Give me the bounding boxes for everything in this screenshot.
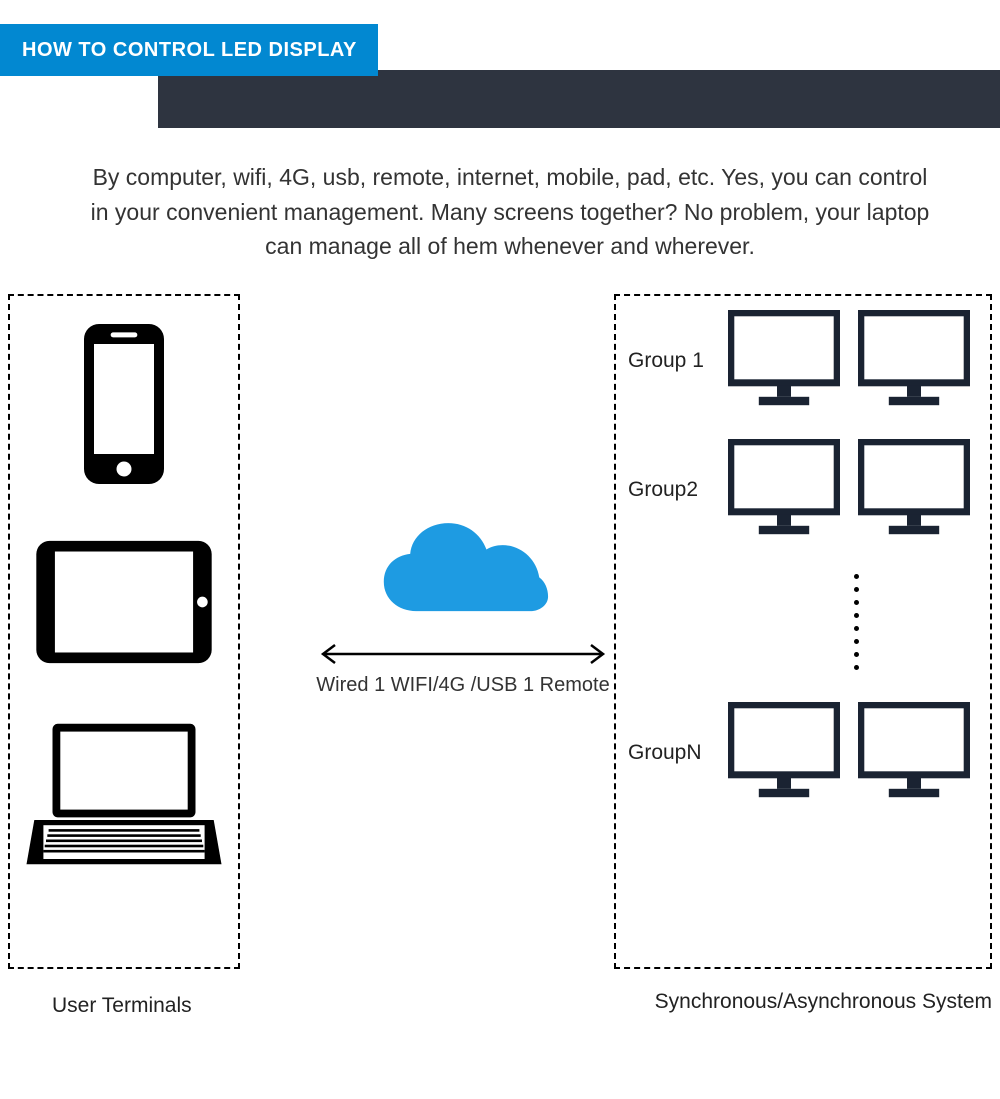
- tablet-icon: [31, 535, 217, 674]
- ellipsis-dots: [628, 574, 978, 670]
- header-banner: HOW TO CONTROL LED DISPLAY: [0, 24, 378, 76]
- monitor-icon: [728, 310, 840, 413]
- group-label: GroupN: [628, 741, 716, 765]
- group-label: Group2: [628, 478, 716, 502]
- laptop-icon: [26, 716, 222, 877]
- user-terminals-box: [8, 294, 240, 969]
- monitor-icon: [728, 439, 840, 542]
- user-terminals-caption: User Terminals: [52, 994, 192, 1018]
- group-row: Group2: [628, 439, 978, 542]
- group-row: Group 1: [628, 310, 978, 413]
- bidirectional-arrow-icon: [312, 642, 614, 666]
- group-row: GroupN: [628, 702, 978, 805]
- header-dark-bar: [158, 70, 1000, 128]
- diagram: Group 1 Group2: [0, 294, 1000, 1034]
- connection-label: Wired 1 WIFI/4G /USB 1 Remote: [312, 674, 614, 697]
- group-label: Group 1: [628, 349, 716, 373]
- description-text: By computer, wifi, 4G, usb, remote, inte…: [0, 120, 1000, 294]
- cloud-icon: [375, 514, 551, 632]
- monitor-icon: [728, 702, 840, 805]
- monitor-icon: [858, 439, 970, 542]
- display-system-box: Group 1 Group2: [614, 294, 992, 969]
- display-system-caption: Synchronous/Asynchronous System: [655, 990, 992, 1014]
- smartphone-icon: [74, 320, 174, 493]
- monitor-icon: [858, 310, 970, 413]
- monitor-icon: [858, 702, 970, 805]
- cloud-connection: Wired 1 WIFI/4G /USB 1 Remote: [312, 514, 614, 697]
